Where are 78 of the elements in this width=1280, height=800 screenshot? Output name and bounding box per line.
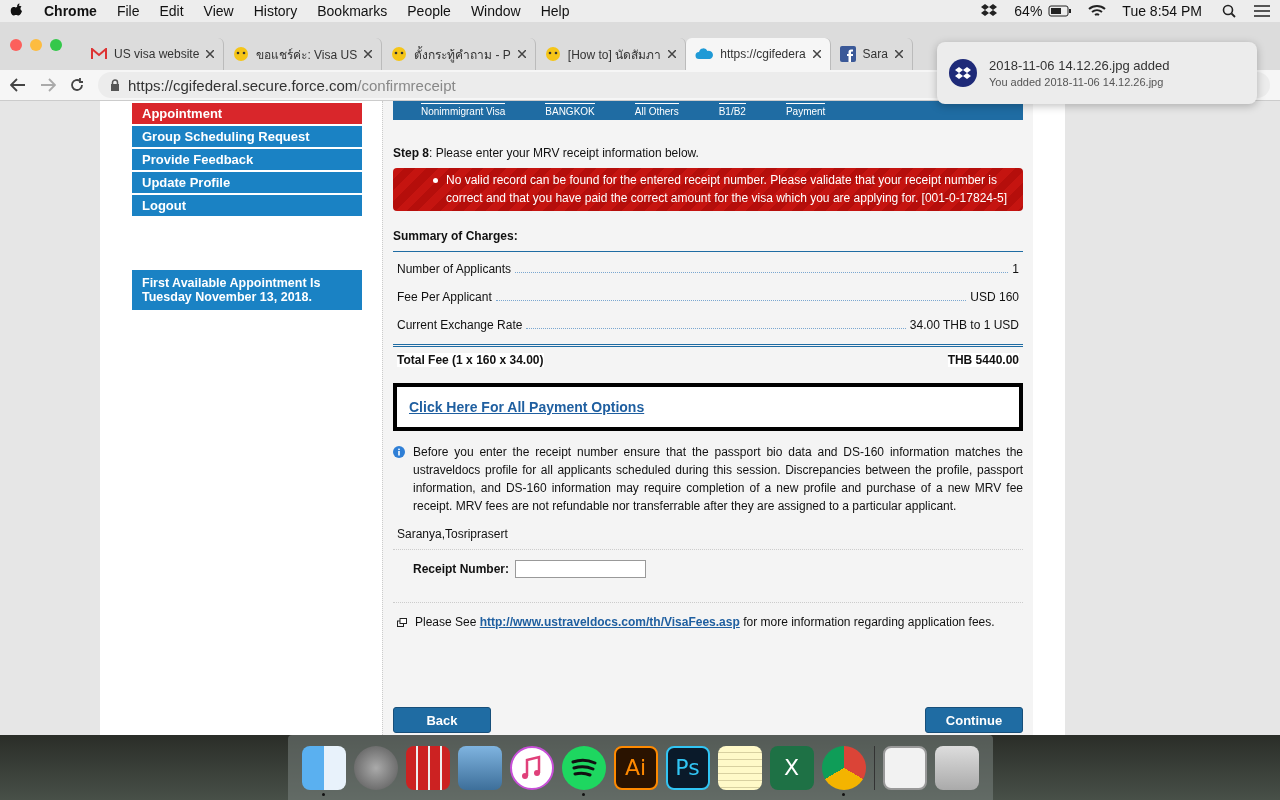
menu-item[interactable]: Edit xyxy=(159,3,184,19)
list-icon[interactable] xyxy=(1254,5,1270,17)
appointment-notice: First Available Appointment Is Tuesday November 13, 2018. xyxy=(132,270,362,310)
document-icon[interactable] xyxy=(882,745,927,790)
letter-f-icon xyxy=(839,46,856,62)
close-icon[interactable] xyxy=(206,50,215,58)
clock[interactable]: Tue 8:54 PM xyxy=(1122,3,1202,19)
back-arrow-icon[interactable] xyxy=(10,78,26,92)
cloud-icon xyxy=(695,48,714,60)
back-button[interactable]: Back xyxy=(393,707,491,733)
info-paragraph: Before you enter the receipt number ensure that the passport bio data and DS-160 information matches the ustraveldocs profile for all applicants scheduled during this session. Discrepancies between the profile, passport information, and DS-160 information may require completion of a new profile and purchase of a new MRV fee receipt. MRV fees are not refundable nor transferrable after they are assigned to a particular applicant. xyxy=(413,444,1023,515)
browser-tab[interactable]: https://cgifedera xyxy=(686,38,831,70)
info-icon xyxy=(393,446,405,458)
total-value: THB 5440.00 xyxy=(947,353,1019,367)
menu-item[interactable]: Window xyxy=(470,3,521,19)
mail-icon xyxy=(91,48,107,60)
close-icon[interactable] xyxy=(812,50,821,58)
wifi-icon[interactable] xyxy=(1088,4,1107,18)
ai-logo-icon[interactable]: Ai xyxy=(613,745,658,790)
step-label: B1/B2 xyxy=(718,103,746,117)
charge-value: 1 xyxy=(1012,262,1019,276)
step-label: Payment xyxy=(785,103,826,117)
close-icon[interactable] xyxy=(894,50,903,58)
payment-options-link[interactable]: Click Here For All Payment Options xyxy=(409,399,645,415)
step-label: Nonimmigrant Visa xyxy=(421,103,506,117)
sidebar-item[interactable]: Logout xyxy=(132,195,362,216)
notepad-icon[interactable] xyxy=(717,745,762,790)
error-message: No valid record can be found for the entered receipt number. Please validate that your receipt number is correct and that you have paid the correct amount for the visa which you are applying for. [001-0-17824-5] xyxy=(393,168,1023,211)
spreadsheet-icon[interactable]: X xyxy=(769,745,814,790)
close-icon[interactable] xyxy=(364,50,373,58)
emoji-icon xyxy=(391,46,408,62)
charge-value: USD 160 xyxy=(970,290,1019,304)
step-instruction: Step 8: Please enter your MRV receipt information below. xyxy=(393,146,700,160)
menu-item[interactable]: Help xyxy=(540,3,570,19)
lock-icon xyxy=(110,79,120,91)
menu-item[interactable]: File xyxy=(116,3,140,19)
dropbox-icon[interactable] xyxy=(980,3,999,19)
notification-title: 2018-11-06 14.12.26.jpg added xyxy=(989,58,1170,73)
applicant-name: Saranya,Tosriprasert xyxy=(393,527,1023,550)
continue-button[interactable]: Continue xyxy=(925,707,1023,733)
sound-waves-icon[interactable] xyxy=(561,745,606,790)
dropbox-icon xyxy=(949,59,977,87)
summary-title: Summary of Charges: xyxy=(393,229,1023,252)
photo-strip-icon[interactable] xyxy=(405,745,450,790)
charge-label: Number of Applicants xyxy=(397,262,512,276)
charge-value: 34.00 THB to 1 USD xyxy=(909,318,1019,332)
step-label: All Others xyxy=(634,103,679,117)
emoji-icon xyxy=(233,46,250,62)
notification-body: You added 2018-11-06 14.12.26.jpg xyxy=(989,76,1165,88)
emoji-icon xyxy=(544,46,561,62)
sidebar-item[interactable]: Provide Feedback xyxy=(132,149,362,170)
battery-icon[interactable] xyxy=(1048,5,1073,17)
visa-fees-link[interactable]: http://www.ustraveldocs.com/th/VisaFees.asp xyxy=(479,615,740,629)
receipt-label: Receipt Number: xyxy=(413,562,510,576)
search-icon[interactable] xyxy=(1222,4,1236,18)
total-label: Total Fee (1 x 160 x 34.00) xyxy=(397,353,544,367)
external-window-icon xyxy=(397,617,407,627)
menu-item[interactable]: People xyxy=(407,3,451,19)
close-icon[interactable] xyxy=(668,50,677,58)
apple-logo-icon[interactable] xyxy=(10,3,24,19)
music-note-icon[interactable] xyxy=(509,745,554,790)
sidebar-item[interactable]: Group Scheduling Request xyxy=(132,126,362,147)
receipt-number-field[interactable] xyxy=(515,560,647,578)
app-menu[interactable]: Chrome xyxy=(44,3,97,19)
menu-item[interactable]: View xyxy=(203,3,234,19)
close-icon[interactable] xyxy=(517,50,526,58)
reload-icon[interactable] xyxy=(70,78,84,92)
battery-percent: 64% xyxy=(1014,3,1043,19)
fees-note: Please See http://www.ustraveldocs.com/th/VisaFees.asp for more information regarding application fees. xyxy=(415,615,995,629)
menu-item[interactable]: Bookmarks xyxy=(317,3,388,19)
trash-icon[interactable] xyxy=(934,745,979,790)
charge-label: Fee Per Applicant xyxy=(397,290,492,304)
ps-logo-icon[interactable]: Ps xyxy=(665,745,710,790)
sidebar-item[interactable]: Appointment xyxy=(132,103,362,124)
menu-item[interactable]: History xyxy=(253,3,298,19)
charge-label: Current Exchange Rate xyxy=(397,318,523,332)
step-label: BANGKOK xyxy=(545,103,595,117)
sidebar-item[interactable]: Update Profile xyxy=(132,172,362,193)
